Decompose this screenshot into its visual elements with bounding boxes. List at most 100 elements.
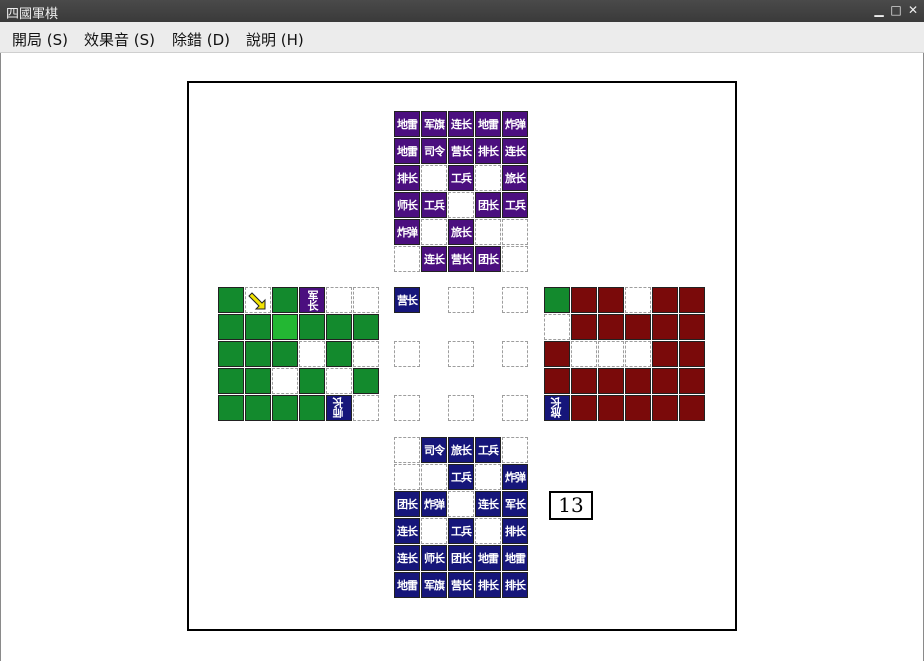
board-cell[interactable]: [353, 287, 379, 313]
board-cell[interactable]: [475, 518, 501, 544]
board-cell[interactable]: [394, 464, 420, 490]
game-piece[interactable]: [544, 287, 570, 313]
game-piece[interactable]: [544, 368, 570, 394]
game-piece[interactable]: 连长: [502, 138, 528, 164]
board-cell[interactable]: [394, 395, 420, 421]
board-cell[interactable]: [448, 341, 474, 367]
board-cell[interactable]: [598, 341, 624, 367]
board-cell[interactable]: [502, 341, 528, 367]
game-piece[interactable]: 炸弹: [421, 491, 447, 517]
board-cell[interactable]: [475, 464, 501, 490]
board-cell[interactable]: [448, 192, 474, 218]
game-piece[interactable]: [218, 314, 244, 340]
game-piece[interactable]: 连长: [475, 491, 501, 517]
menu-help[interactable]: 說明 (H): [246, 29, 304, 50]
board-cell[interactable]: [502, 437, 528, 463]
game-piece[interactable]: [245, 368, 271, 394]
game-piece[interactable]: [218, 287, 244, 313]
game-piece[interactable]: 炸弹: [502, 111, 528, 137]
game-piece[interactable]: [679, 395, 705, 421]
game-piece[interactable]: [353, 314, 379, 340]
game-piece[interactable]: 旅长: [448, 437, 474, 463]
game-piece[interactable]: [679, 341, 705, 367]
game-piece[interactable]: [544, 341, 570, 367]
game-piece[interactable]: 营长: [448, 246, 474, 272]
game-piece[interactable]: [598, 287, 624, 313]
game-piece[interactable]: [299, 314, 325, 340]
game-piece[interactable]: 地雷: [502, 545, 528, 571]
game-piece[interactable]: 工兵: [475, 437, 501, 463]
maximize-icon[interactable]: □: [889, 3, 903, 17]
game-piece[interactable]: [218, 341, 244, 367]
board-cell[interactable]: [448, 491, 474, 517]
game-piece[interactable]: [272, 314, 298, 340]
board-cell[interactable]: [571, 341, 597, 367]
game-piece[interactable]: 团长: [448, 545, 474, 571]
game-piece[interactable]: 团长: [394, 491, 420, 517]
game-piece[interactable]: [625, 395, 651, 421]
game-piece[interactable]: [679, 287, 705, 313]
game-piece[interactable]: [272, 395, 298, 421]
board-cell[interactable]: [502, 395, 528, 421]
board-cell[interactable]: [326, 368, 352, 394]
game-piece[interactable]: [245, 395, 271, 421]
board-cell[interactable]: [326, 287, 352, 313]
game-piece[interactable]: 军长: [502, 491, 528, 517]
game-piece[interactable]: [245, 314, 271, 340]
game-piece[interactable]: 工兵: [448, 165, 474, 191]
game-piece[interactable]: [679, 368, 705, 394]
game-piece[interactable]: 排长: [502, 572, 528, 598]
board-cell[interactable]: [421, 165, 447, 191]
game-piece[interactable]: 连长: [394, 518, 420, 544]
game-piece[interactable]: 排长: [475, 572, 501, 598]
game-piece[interactable]: 地雷: [394, 572, 420, 598]
game-piece[interactable]: 军旗: [421, 572, 447, 598]
game-piece[interactable]: 旅长: [502, 165, 528, 191]
menu-sound[interactable]: 效果音 (S): [84, 29, 155, 50]
game-piece[interactable]: 营长: [448, 572, 474, 598]
board-cell[interactable]: [448, 287, 474, 313]
game-piece[interactable]: [598, 395, 624, 421]
board-cell[interactable]: [394, 246, 420, 272]
game-piece[interactable]: [652, 341, 678, 367]
game-piece[interactable]: 连长: [394, 545, 420, 571]
board-cell[interactable]: [475, 165, 501, 191]
game-piece[interactable]: [625, 314, 651, 340]
board-cell[interactable]: [394, 341, 420, 367]
game-piece[interactable]: 排长: [475, 138, 501, 164]
board-cell[interactable]: [421, 219, 447, 245]
game-piece[interactable]: 地雷: [475, 111, 501, 137]
board-cell[interactable]: [448, 395, 474, 421]
game-piece[interactable]: 炸弹: [394, 219, 420, 245]
game-piece[interactable]: [272, 287, 298, 313]
board-cell[interactable]: [394, 437, 420, 463]
game-piece[interactable]: 团长: [475, 246, 501, 272]
game-piece[interactable]: [326, 341, 352, 367]
game-piece[interactable]: 师长: [326, 395, 352, 421]
board-cell[interactable]: [475, 219, 501, 245]
board-cell[interactable]: [421, 518, 447, 544]
game-piece[interactable]: [272, 341, 298, 367]
game-piece[interactable]: [679, 314, 705, 340]
game-piece[interactable]: [652, 368, 678, 394]
game-piece[interactable]: 司令: [421, 437, 447, 463]
game-piece[interactable]: [652, 314, 678, 340]
game-piece[interactable]: 排长: [394, 165, 420, 191]
board-cell[interactable]: [544, 314, 570, 340]
game-piece[interactable]: [218, 395, 244, 421]
game-piece[interactable]: [299, 368, 325, 394]
game-piece[interactable]: 连长: [448, 111, 474, 137]
game-piece[interactable]: 工兵: [448, 518, 474, 544]
board-cell[interactable]: [502, 246, 528, 272]
menu-start[interactable]: 開局 (S): [12, 29, 68, 50]
game-piece[interactable]: [326, 314, 352, 340]
board-cell[interactable]: [502, 287, 528, 313]
game-piece[interactable]: [598, 314, 624, 340]
board-cell[interactable]: [299, 341, 325, 367]
game-piece[interactable]: 旅长: [544, 395, 570, 421]
game-piece[interactable]: 司令: [421, 138, 447, 164]
game-piece[interactable]: 炸弹: [502, 464, 528, 490]
game-piece[interactable]: 师长: [394, 192, 420, 218]
game-piece[interactable]: 营长: [394, 287, 420, 313]
game-piece[interactable]: [625, 368, 651, 394]
